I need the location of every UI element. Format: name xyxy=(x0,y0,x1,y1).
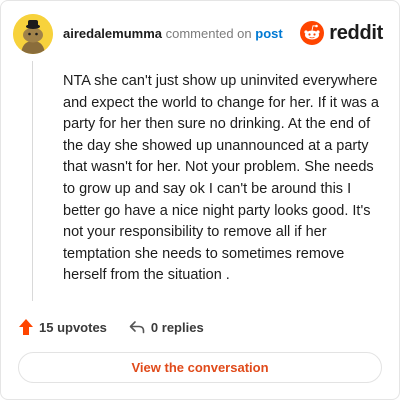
upvote-count: 15 upvotes xyxy=(39,319,107,335)
commented-on-text: commented on xyxy=(165,26,252,41)
reddit-logo[interactable]: reddit xyxy=(300,21,383,45)
comment-body: NTA she can't just show up uninvited eve… xyxy=(63,73,379,284)
user-avatar[interactable] xyxy=(13,14,53,54)
comment-card: airedalemumma commented on post reddit N… xyxy=(0,0,400,400)
reply-button[interactable]: 0 replies xyxy=(129,320,204,335)
view-conversation-button[interactable]: View the conversation xyxy=(18,352,382,383)
reply-arrow-icon xyxy=(129,321,145,334)
thread-line xyxy=(32,61,33,301)
comment-header: airedalemumma commented on post xyxy=(63,26,283,41)
snoo-avatar-icon xyxy=(13,14,53,54)
upvote-button[interactable]: 15 upvotes xyxy=(19,319,107,335)
post-link[interactable]: post xyxy=(255,26,282,41)
reddit-wordmark: reddit xyxy=(329,21,383,44)
reply-count: 0 replies xyxy=(150,319,204,335)
upvote-arrow-icon xyxy=(19,319,33,335)
username-link[interactable]: airedalemumma xyxy=(63,26,162,41)
comment-actions: 15 upvotes 0 replies xyxy=(19,319,204,335)
reddit-logo-icon xyxy=(300,21,325,45)
